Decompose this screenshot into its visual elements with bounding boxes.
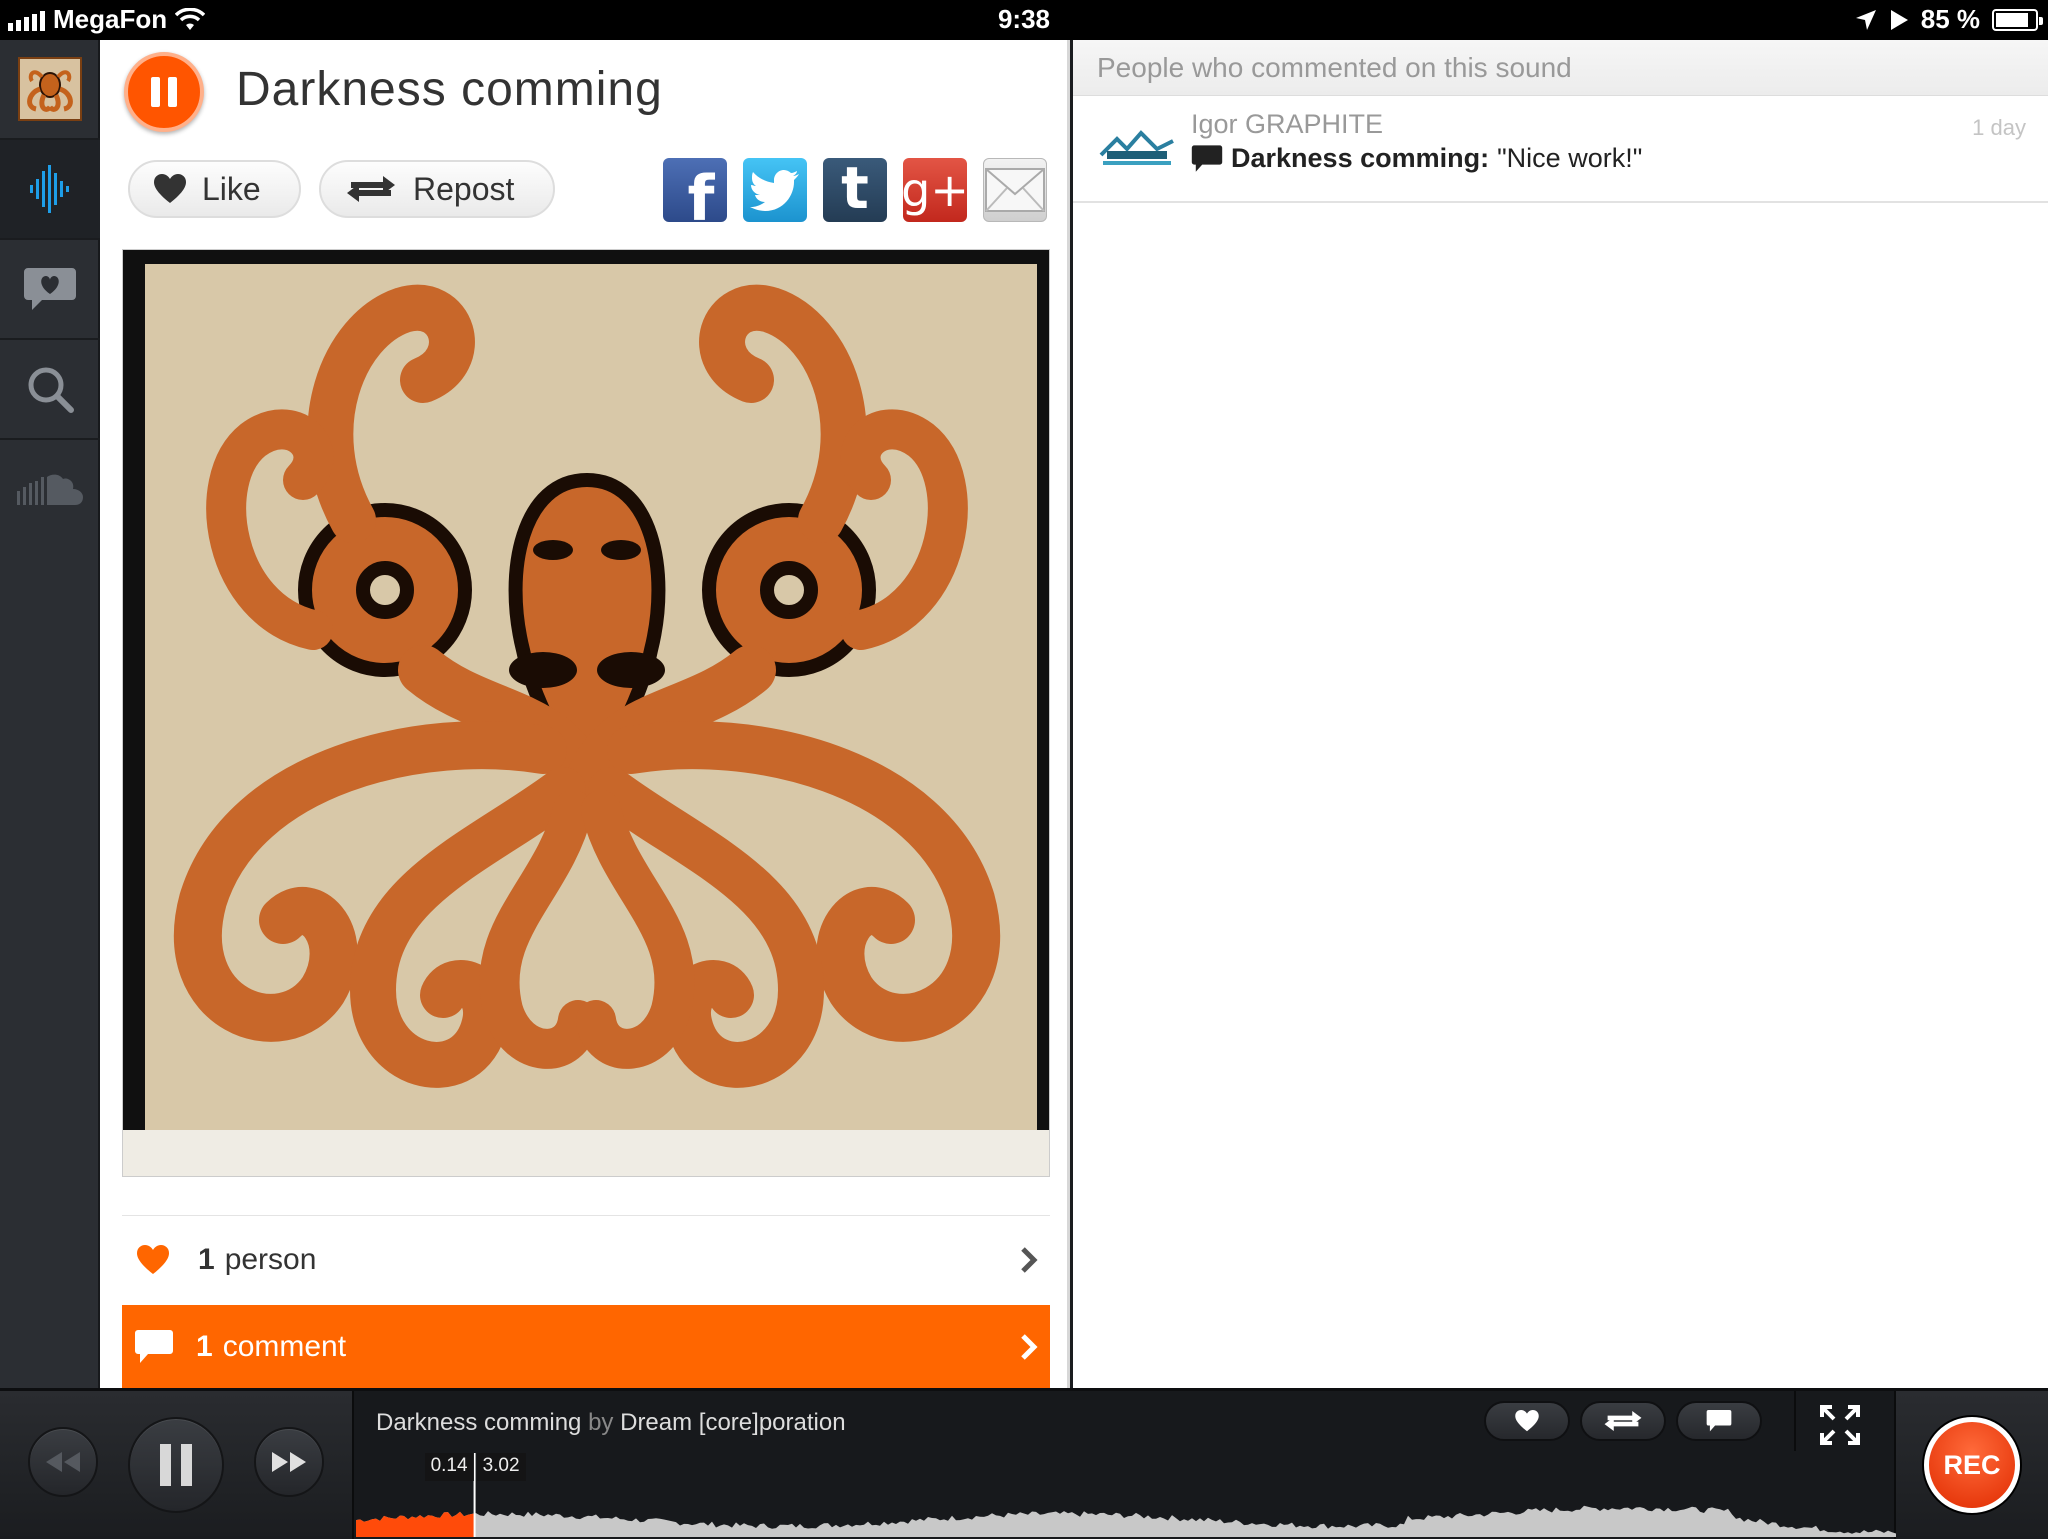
repost-icon <box>347 176 395 202</box>
search-icon <box>28 367 74 413</box>
twitter-icon <box>750 170 799 211</box>
comments-header: People who commented on this sound <box>1073 40 2048 96</box>
fullscreen-button[interactable] <box>1820 1405 1860 1445</box>
comment-username[interactable]: Igor GRAPHITE <box>1191 109 1383 140</box>
like-label: Like <box>202 170 261 207</box>
status-bar: MegaFon 9:38 85 % <box>0 0 2048 40</box>
googleplus-share-button[interactable]: g+ <box>901 158 969 222</box>
soundcloud-icon <box>17 474 83 505</box>
track-artwork <box>122 249 1050 1177</box>
now-playing-artist: Dream [core]poration <box>620 1409 846 1436</box>
comments-panel: People who commented on this sound Igor … <box>1073 40 2048 1388</box>
tumblr-share-button[interactable]: t <box>823 154 887 222</box>
page-title: Darkness comming <box>236 63 663 116</box>
comment-body: Darkness comming: "Nice work!" <box>1191 143 1642 174</box>
rewind-button[interactable] <box>28 1427 98 1497</box>
likes-row[interactable]: 1 person <box>122 1215 1050 1303</box>
now-playing-track: Darkness comming <box>376 1409 582 1436</box>
profile-avatar <box>18 57 82 121</box>
googleplus-icon: g+ <box>901 163 969 217</box>
heart-icon <box>154 174 186 203</box>
activity-icon <box>24 268 76 310</box>
comments-unit: comment <box>222 1329 347 1363</box>
tumblr-icon: t <box>841 154 869 222</box>
likes-count: 1 <box>198 1242 215 1276</box>
record-button[interactable]: REC <box>1924 1417 2020 1513</box>
comments-row[interactable]: 1 comment <box>122 1305 1050 1388</box>
forward-icon <box>272 1452 306 1472</box>
battery-percent: 85 % <box>1920 4 1980 34</box>
repost-button[interactable]: Repost <box>319 160 555 218</box>
pause-icon <box>151 77 160 107</box>
twitter-share-button[interactable] <box>743 158 807 222</box>
heart-icon <box>1515 1410 1539 1432</box>
forward-button[interactable] <box>254 1427 324 1497</box>
player-repost-button[interactable] <box>1580 1401 1666 1441</box>
pause-button[interactable] <box>124 52 204 132</box>
heart-icon <box>137 1244 169 1274</box>
comment-icon <box>1706 1409 1732 1432</box>
like-button[interactable]: Like <box>128 160 301 218</box>
repost-icon <box>1604 1411 1642 1431</box>
comment-item[interactable]: Igor GRAPHITE 1 day Darkness comming: "N… <box>1073 97 2048 203</box>
record-label: REC <box>1943 1449 2001 1480</box>
comment-track: Darkness comming: <box>1231 143 1490 173</box>
battery-icon <box>1992 8 2043 31</box>
player-comment-button[interactable] <box>1676 1401 1762 1441</box>
facebook-icon: f <box>687 161 715 235</box>
repost-label: Repost <box>413 170 515 207</box>
comments-count: 1 <box>196 1329 213 1363</box>
rewind-icon <box>46 1452 80 1472</box>
pause-icon <box>160 1444 192 1486</box>
comment-icon <box>1191 144 1223 172</box>
duration-time: 3.02 <box>476 1453 526 1481</box>
now-playing-panel: Darkness comming by Dream [core]poration <box>352 1391 1896 1539</box>
chevron-right-icon <box>1021 1333 1038 1360</box>
expand-icon <box>1820 1405 1860 1445</box>
envelope-icon <box>985 168 1045 212</box>
sidebar-item-stream[interactable] <box>0 140 100 240</box>
sound-detail: Darkness comming Like Repost f t g+ 1 pe… <box>100 40 1070 1388</box>
sidebar <box>0 40 100 1388</box>
now-playing-title[interactable]: Darkness comming by Dream [core]poration <box>376 1409 846 1437</box>
sidebar-item-soundcloud[interactable] <box>0 440 100 540</box>
facebook-share-button[interactable]: f <box>663 158 727 235</box>
stream-icon <box>30 165 69 213</box>
now-playing-by: by <box>588 1409 614 1436</box>
sidebar-item-activity[interactable] <box>0 240 100 340</box>
clock: 9:38 <box>997 4 1051 34</box>
likes-unit: person <box>224 1242 317 1276</box>
sidebar-item-profile[interactable] <box>0 40 100 140</box>
comment-timestamp: 1 day <box>1972 115 2026 140</box>
play-status-icon <box>1890 9 1908 30</box>
user-avatar <box>1097 125 1177 169</box>
location-icon <box>1855 9 1876 30</box>
player-pause-button[interactable] <box>128 1417 224 1513</box>
email-share-button[interactable] <box>983 158 1047 222</box>
sidebar-item-search[interactable] <box>0 340 100 440</box>
waveform-scrubber[interactable]: 0.14 3.02 <box>356 1453 1896 1537</box>
player-like-button[interactable] <box>1484 1401 1570 1441</box>
elapsed-time: 0.14 <box>424 1453 474 1481</box>
player-bar: Darkness comming by Dream [core]poration <box>0 1388 2048 1539</box>
comment-icon <box>135 1329 173 1363</box>
comment-text: "Nice work!" <box>1497 143 1643 173</box>
chevron-right-icon <box>1021 1246 1038 1273</box>
